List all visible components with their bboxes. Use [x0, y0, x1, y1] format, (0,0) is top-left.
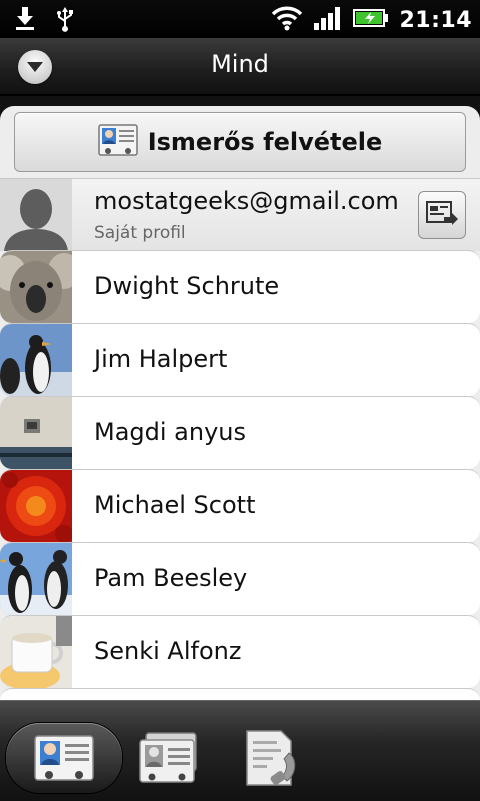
contact-row[interactable]: Dwight Schrute	[0, 250, 480, 323]
contact-row[interactable]	[0, 688, 480, 700]
battery-charging-icon	[353, 7, 389, 33]
tab-call-history[interactable]	[214, 723, 328, 793]
page-title: Mind	[211, 50, 269, 78]
contact-name: Senki Alfonz	[94, 637, 242, 665]
profile-subtitle: Saját profil	[94, 223, 186, 243]
contact-name: Magdi anyus	[94, 418, 247, 446]
contact-row[interactable]: Pam Beesley	[0, 542, 480, 615]
contact-photo	[0, 470, 72, 542]
download-icon	[14, 6, 36, 38]
contact-list[interactable]: Ismerős felvétele mostatgeeks@gmail.com …	[0, 96, 480, 700]
status-bar: 21:14	[0, 0, 480, 38]
clock: 21:14	[399, 7, 472, 33]
tab-contacts[interactable]	[6, 723, 122, 793]
contact-name: Michael Scott	[94, 491, 256, 519]
contact-card-icon	[34, 735, 94, 781]
contact-photo	[0, 543, 72, 615]
contact-list-panel: Ismerős felvétele mostatgeeks@gmail.com …	[0, 106, 480, 700]
contact-photo	[0, 251, 72, 323]
wifi-icon	[271, 5, 303, 35]
add-contact-label: Ismerős felvétele	[147, 128, 383, 156]
contact-photo	[0, 616, 72, 688]
contact-card-icon	[97, 124, 138, 160]
title-bar: Mind	[0, 38, 480, 95]
contact-row[interactable]: Jim Halpert	[0, 323, 480, 396]
contact-name: Dwight Schrute	[94, 272, 280, 300]
send-profile-button[interactable]	[418, 191, 466, 239]
phone-document-icon	[246, 730, 296, 786]
signal-icon	[313, 5, 343, 35]
contact-photo	[0, 397, 72, 469]
contact-row[interactable]: Senki Alfonz	[0, 615, 480, 688]
contact-row[interactable]: Michael Scott	[0, 469, 480, 542]
avatar	[0, 179, 72, 251]
contact-row[interactable]: Magdi anyus	[0, 396, 480, 469]
contact-cards-stack-icon	[139, 732, 197, 783]
contact-name: Jim Halpert	[94, 345, 228, 373]
profile-email: mostatgeeks@gmail.com	[94, 187, 399, 215]
tab-groups[interactable]	[112, 723, 226, 793]
contact-photo	[0, 324, 72, 396]
usb-icon	[54, 6, 76, 38]
add-contact-button[interactable]: Ismerős felvétele	[14, 112, 466, 172]
own-profile-row[interactable]: mostatgeeks@gmail.com Saját profil	[0, 178, 480, 251]
contact-name: Pam Beesley	[94, 564, 248, 592]
bottom-tab-bar	[0, 700, 480, 801]
send-card-icon	[426, 201, 458, 225]
